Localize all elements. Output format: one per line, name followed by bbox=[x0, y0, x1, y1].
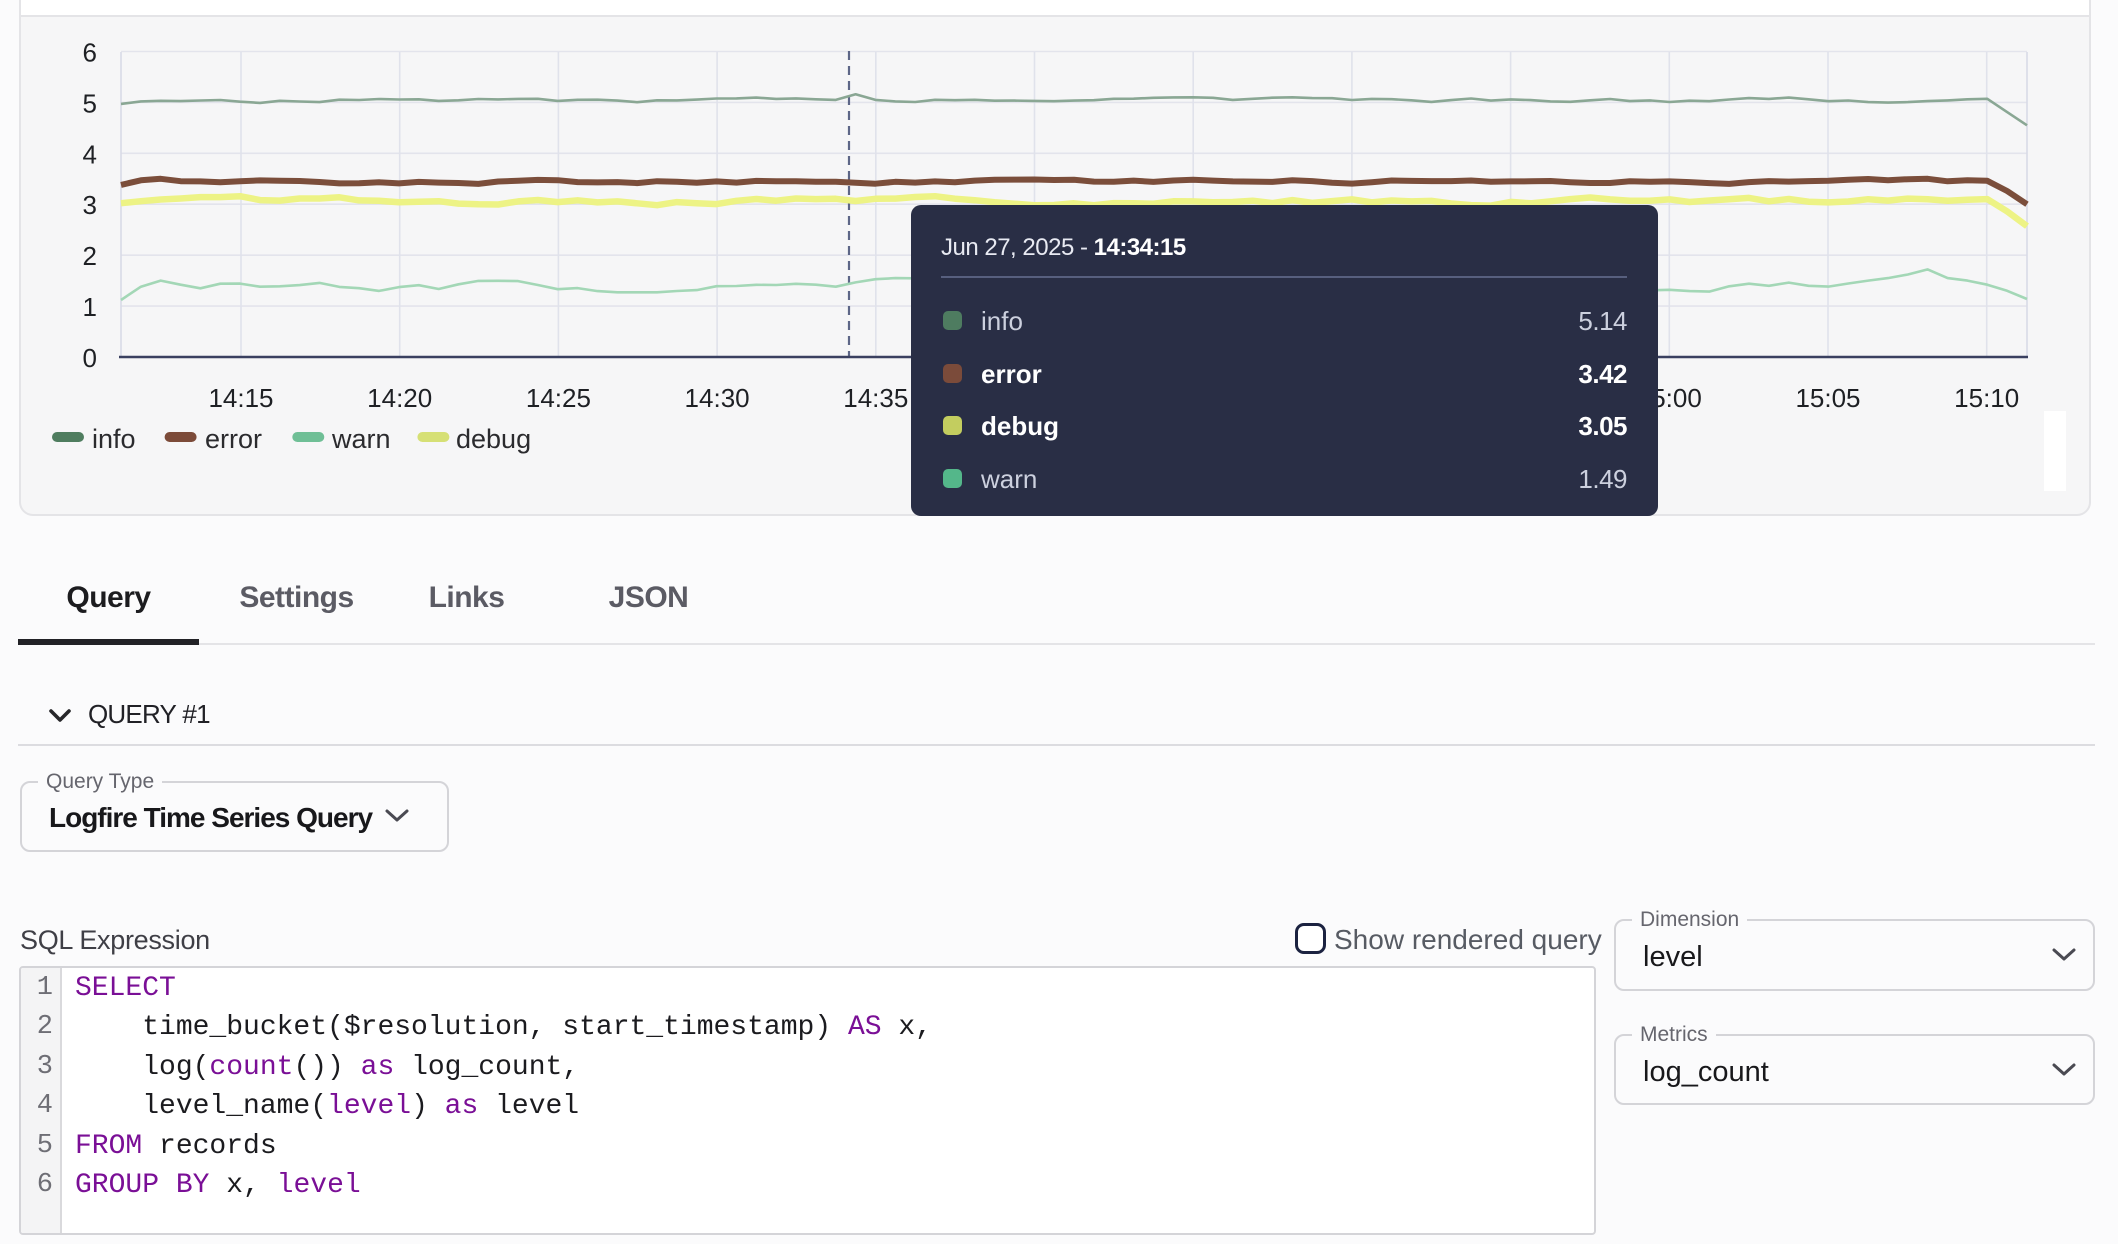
svg-text:14:30: 14:30 bbox=[685, 383, 750, 413]
svg-text:3: 3 bbox=[83, 190, 97, 220]
svg-text:0: 0 bbox=[83, 343, 97, 373]
svg-text:warn: warn bbox=[331, 424, 391, 454]
svg-text:14:20: 14:20 bbox=[367, 383, 432, 413]
svg-text:15:10: 15:10 bbox=[1954, 383, 2019, 413]
svg-text:1: 1 bbox=[83, 292, 97, 322]
svg-text:5: 5 bbox=[83, 88, 97, 118]
svg-text:15:05: 15:05 bbox=[1795, 383, 1860, 413]
svg-text:6: 6 bbox=[83, 38, 97, 68]
svg-text:14:35: 14:35 bbox=[843, 383, 908, 413]
svg-text:2: 2 bbox=[83, 241, 97, 271]
svg-text:14:25: 14:25 bbox=[526, 383, 591, 413]
svg-text:info: info bbox=[92, 424, 136, 454]
svg-text:debug: debug bbox=[456, 424, 531, 454]
svg-text:4: 4 bbox=[83, 139, 97, 169]
svg-text:error: error bbox=[205, 424, 262, 454]
svg-text:14:15: 14:15 bbox=[208, 383, 273, 413]
